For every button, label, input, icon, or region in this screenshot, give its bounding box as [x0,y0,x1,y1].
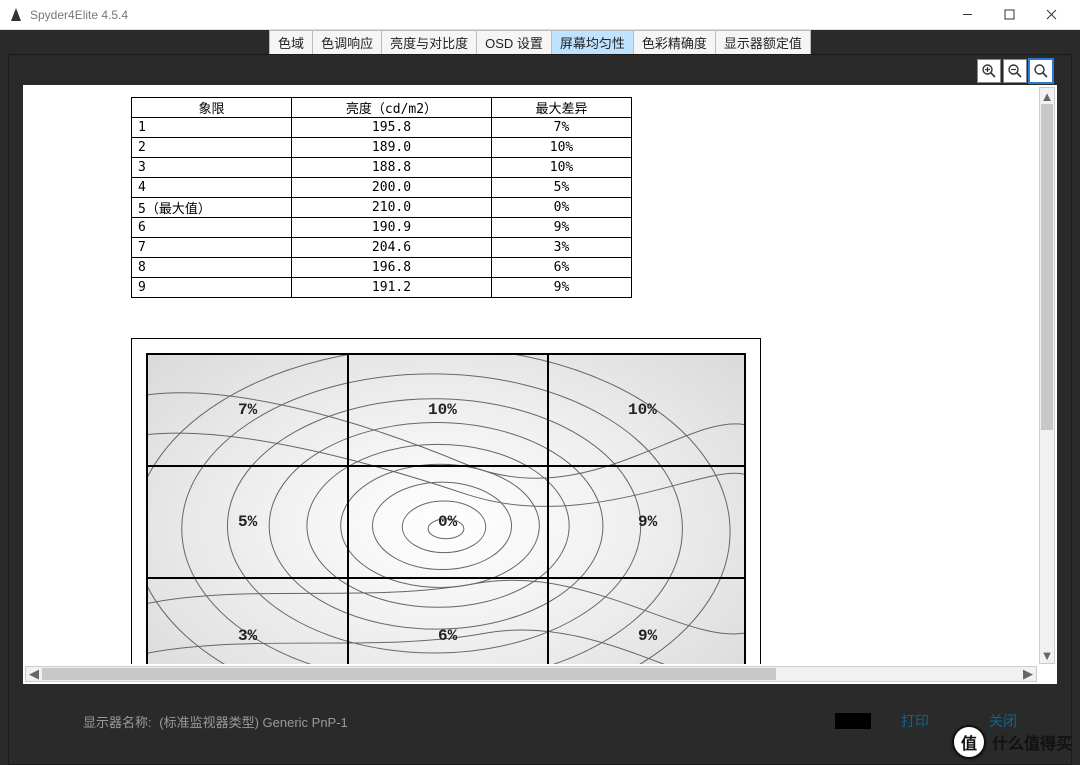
window-title: Spyder4Elite 4.5.4 [30,8,128,22]
th-luminance: 亮度（cd/m2） [292,98,492,118]
cell-label: 7% [238,401,257,419]
minimize-button[interactable] [946,1,988,29]
tab-brightness[interactable]: 亮度与对比度 [382,30,477,54]
zoom-out-button[interactable] [1003,59,1027,83]
scroll-left-icon[interactable]: ◀ [26,667,42,681]
cell-label: 9% [638,513,657,531]
tab-uniformity[interactable]: 屏幕均匀性 [552,30,634,54]
table-row: 3188.810% [132,158,632,178]
grid-vline [347,355,349,664]
uniformity-table: 象限 亮度（cd/m2） 最大差异 1195.87% 2189.010% 318… [131,97,632,298]
monitor-name-value: (标准监视器类型) Generic PnP-1 [159,715,348,730]
table-row: 6190.99% [132,218,632,238]
th-maxdiff: 最大差异 [492,98,632,118]
watermark-icon: 值 [952,725,986,759]
vertical-scrollbar[interactable]: ▲ ▼ [1039,87,1055,664]
watermark-text: 什么值得买 [992,730,1072,754]
monitor-name-label: 显示器名称: [83,715,152,730]
print-badge [835,713,871,729]
cell-label: 10% [428,401,457,419]
tab-accuracy[interactable]: 色彩精确度 [634,30,716,54]
zoom-in-icon [981,63,997,79]
hscroll-thumb[interactable] [42,668,776,680]
table-row: 4200.05% [132,178,632,198]
watermark-badge: 值 什么值得买 [952,725,1072,759]
uniformity-map: 7% 10% 10% 5% 0% 9% 3% 6% 9% [131,338,761,664]
table-row: 5（最大值）210.00% [132,198,632,218]
cell-label: 10% [628,401,657,419]
tab-rated[interactable]: 显示器额定值 [716,30,811,54]
grid-vline [547,355,549,664]
report-viewer: 象限 亮度（cd/m2） 最大差异 1195.87% 2189.010% 318… [23,85,1057,684]
titlebar: Spyder4Elite 4.5.4 [0,0,1080,30]
zoom-icon [1033,63,1049,79]
zoom-out-icon [1007,63,1023,79]
maximize-button[interactable] [988,1,1030,29]
tab-tonal[interactable]: 色调响应 [313,30,382,54]
scroll-up-icon[interactable]: ▲ [1040,88,1054,104]
app-icon [8,7,24,23]
tab-gamut[interactable]: 色域 [269,30,313,54]
horizontal-scrollbar[interactable]: ◀ ▶ [25,666,1037,682]
table-row: 8196.86% [132,258,632,278]
table-row: 2189.010% [132,138,632,158]
table-row: 9191.29% [132,278,632,298]
zoom-tools [977,59,1053,83]
cell-label: 0% [438,513,457,531]
vscroll-thumb[interactable] [1041,104,1053,430]
scroll-down-icon[interactable]: ▼ [1040,647,1054,663]
scroll-right-icon[interactable]: ▶ [1020,667,1036,681]
app-frame: 色域 色调响应 亮度与对比度 OSD 设置 屏幕均匀性 色彩精确度 显示器额定值 [0,30,1080,765]
report-page: 象限 亮度（cd/m2） 最大差异 1195.87% 2189.010% 318… [25,87,1037,664]
cell-label: 3% [238,627,257,645]
close-button[interactable] [1030,1,1072,29]
table-row: 1195.87% [132,118,632,138]
zoom-in-button[interactable] [977,59,1001,83]
footer: 显示器名称: (标准监视器类型) Generic PnP-1 打印 关闭 [23,696,1057,746]
tab-osd[interactable]: OSD 设置 [477,30,552,54]
zoom-fit-button[interactable] [1029,59,1053,83]
cell-label: 6% [438,627,457,645]
table-header-row: 象限 亮度（cd/m2） 最大差异 [132,98,632,118]
print-button[interactable]: 打印 [901,711,929,731]
table-row: 7204.63% [132,238,632,258]
th-quadrant: 象限 [132,98,292,118]
grid-hline [148,577,744,579]
uniformity-grid: 7% 10% 10% 5% 0% 9% 3% 6% 9% [146,353,746,664]
cell-label: 9% [638,627,657,645]
content-wrap: 象限 亮度（cd/m2） 最大差异 1195.87% 2189.010% 318… [8,54,1072,765]
cell-label: 5% [238,513,257,531]
grid-hline [148,465,744,467]
tabs-row: 色域 色调响应 亮度与对比度 OSD 设置 屏幕均匀性 色彩精确度 显示器额定值 [0,30,1080,54]
